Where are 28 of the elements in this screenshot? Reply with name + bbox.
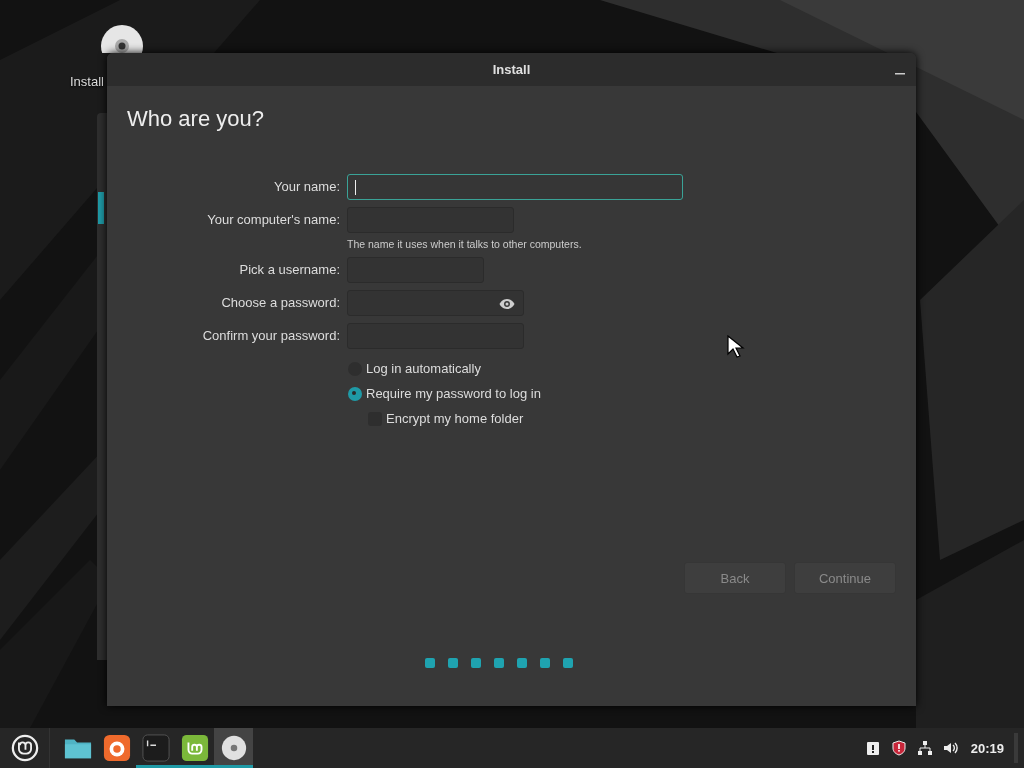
input-field[interactable] <box>347 290 524 316</box>
shield-icon[interactable] <box>890 740 907 756</box>
page-heading: Who are you? <box>127 106 265 132</box>
radio-icon[interactable] <box>348 386 362 401</box>
field-label: Your name: <box>273 178 340 196</box>
checkbox-option[interactable]: Encrypt my home folder <box>368 409 896 428</box>
input-field[interactable] <box>347 174 683 200</box>
field-label: Your computer's name: <box>206 211 340 229</box>
field-label: Choose a password: <box>220 294 340 312</box>
field-label: Pick a username: <box>238 261 340 279</box>
radio-option[interactable]: Log in automatically <box>348 359 896 378</box>
volume-icon[interactable] <box>942 740 959 756</box>
clock[interactable]: 20:19 <box>970 740 1004 756</box>
clipboard-icon[interactable] <box>864 740 881 756</box>
eye-icon[interactable] <box>499 298 515 310</box>
desktop-icon-label[interactable]: Install <box>70 74 104 89</box>
radio-option[interactable]: Require my password to log in <box>348 384 896 403</box>
field-label: Confirm your password: <box>201 327 340 345</box>
window-title: Install <box>492 62 531 77</box>
pointer-icon <box>727 335 745 359</box>
software-icon <box>180 734 209 762</box>
taskbar-launcher[interactable] <box>214 728 253 768</box>
network-icon[interactable] <box>916 740 933 756</box>
disc-icon <box>219 734 248 762</box>
terminal-icon <box>141 734 170 762</box>
field-hint: The name it uses when it talks to other computers. <box>347 238 583 250</box>
mint-logo-icon <box>10 734 39 762</box>
browser-icon <box>102 734 131 762</box>
